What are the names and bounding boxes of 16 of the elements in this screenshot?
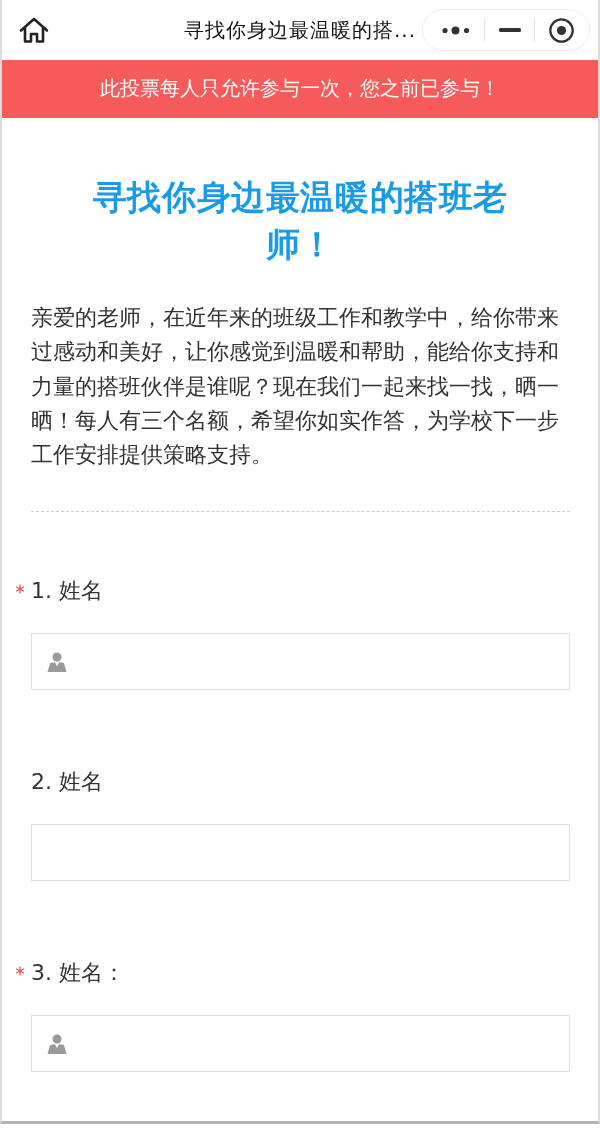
intro-text: 亲爱的老师，在近年来的班级工作和教学中，给你带来过感动和美好，让你感觉到温暖和帮助，能给你支持和力量的搭班伙伴是谁呢？现在我们一起来找一找，晒一晒！每人有三个名额，希望你如实作答，为学校下一步工作安排提供策略支持。 — [31, 304, 560, 469]
survey-title: 寻找你身边最温暖的搭班老师！ — [91, 176, 510, 266]
question-label: 3. 姓名： — [31, 959, 125, 988]
person-icon — [47, 1033, 67, 1054]
input-field[interactable] — [31, 633, 570, 691]
notice-banner: 此投票每人只允许参与一次，您之前已参与！ — [2, 60, 598, 118]
question-label: 1. 姓名 — [31, 577, 103, 606]
question-label: 2. 姓名 — [31, 768, 103, 797]
input-field[interactable] — [31, 824, 570, 882]
more-icon[interactable] — [442, 25, 470, 35]
person-icon — [47, 651, 67, 672]
minimize-icon[interactable] — [498, 28, 521, 32]
home-icon[interactable] — [19, 17, 49, 43]
circle-dot-icon[interactable] — [549, 17, 574, 43]
input-field[interactable] — [31, 1015, 570, 1073]
page-title: 寻找你身边最温暖的搭... — [183, 16, 417, 44]
